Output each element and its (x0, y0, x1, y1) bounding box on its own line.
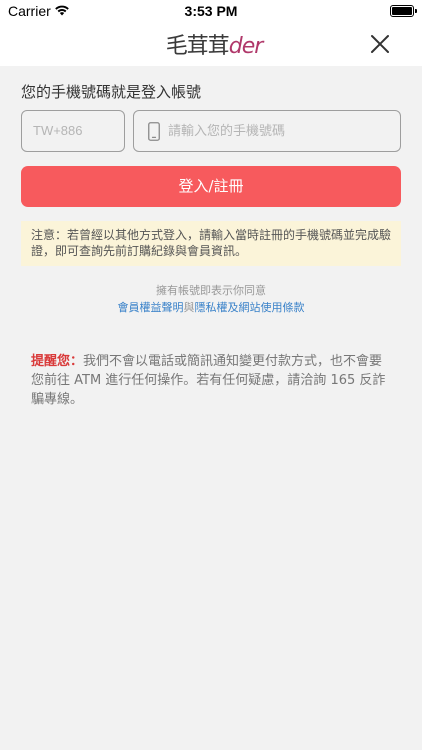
fraud-warning: 提醒您：我們不會以電話或簡訊通知變更付款方式，也不會要您前往 ATM 進行任何操… (31, 352, 387, 409)
notice-text: 注意：若曾經以其他方式登入，請輸入當時註冊的手機號碼並完成驗證，即可查詢先前訂購… (31, 228, 392, 258)
page-title: 您的手機號碼就是登入帳號 (21, 83, 202, 101)
logo-text: 毛茸茸der (165, 34, 264, 59)
phone-number-field[interactable] (133, 110, 401, 152)
agreement-text: 擁有帳號即表示你同意 (156, 284, 266, 297)
login-register-button[interactable]: 登入/註冊 (21, 166, 401, 207)
warning-text: 我們不會以電話或簡訊通知變更付款方式，也不會要您前往 ATM 進行任何操作。若有… (31, 354, 386, 407)
nav-bar: 毛茸茸der (0, 22, 422, 66)
clock: 3:53 PM (184, 3, 238, 19)
privacy-terms-link[interactable]: 隱私權及網站使用條款 (195, 301, 305, 314)
agreement-links: 會員權益聲明與隱私權及網站使用條款 (0, 299, 422, 315)
battery-fill (392, 7, 412, 15)
warning-label: 提醒您： (31, 354, 84, 369)
agreement-connector: 與 (183, 301, 195, 314)
close-button[interactable] (366, 30, 394, 58)
app-logo: 毛茸茸der (159, 30, 269, 59)
country-code-field[interactable]: TW+886 (21, 110, 125, 152)
close-icon (371, 35, 389, 53)
mobile-phone-icon (148, 122, 160, 141)
status-bar: Carrier 3:53 PM (0, 0, 422, 22)
member-rights-link[interactable]: 會員權益聲明 (118, 301, 184, 314)
notice-box: 注意：若曾經以其他方式登入，請輸入當時註冊的手機號碼並完成驗證，即可查詢先前訂購… (21, 221, 401, 266)
battery-icon (390, 5, 417, 17)
phone-number-input[interactable] (168, 111, 396, 151)
